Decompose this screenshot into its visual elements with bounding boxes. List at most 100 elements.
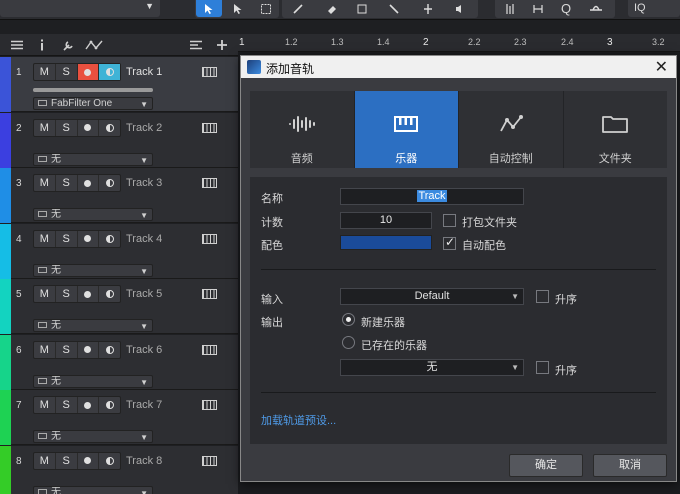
paint-tool-icon[interactable] — [284, 0, 312, 17]
list-view-icon[interactable] — [188, 37, 204, 53]
record-arm-button[interactable] — [78, 397, 100, 413]
track-name[interactable]: Track 5 — [126, 288, 162, 300]
monitor-button[interactable] — [99, 120, 120, 136]
instrument-select[interactable]: 无 ▼ — [33, 485, 153, 494]
tab-instrument[interactable]: 乐器 — [354, 91, 459, 168]
track-color-strip[interactable] — [0, 390, 11, 445]
pack-folder-checkbox[interactable] — [443, 214, 456, 227]
split-tool-icon[interactable] — [252, 0, 280, 17]
mute-button[interactable]: M — [34, 230, 56, 247]
auto-color-checkbox[interactable] — [443, 235, 456, 250]
close-icon[interactable]: ✕ — [655, 57, 668, 77]
instrument-select[interactable]: 无 ▼ — [33, 374, 153, 388]
track-row[interactable]: 5 M S Track 5 无 ▼ — [0, 279, 238, 334]
track-name[interactable]: Track 6 — [126, 344, 162, 356]
quantize-icon[interactable] — [524, 0, 552, 17]
new-instrument-radio[interactable] — [342, 313, 355, 326]
track-row[interactable]: 4 M S Track 4 无 ▼ — [0, 223, 238, 279]
menu-icon[interactable] — [8, 37, 26, 53]
tab-automation[interactable]: 自动控制 — [459, 91, 564, 168]
monitor-button[interactable] — [99, 231, 120, 247]
record-arm-button[interactable] — [78, 230, 100, 247]
track-row[interactable]: 3 M S Track 3 无 ▼ — [0, 168, 238, 223]
monitor-button[interactable] — [99, 397, 120, 413]
solo-button[interactable]: S — [56, 286, 78, 302]
mute-button[interactable]: M — [34, 175, 56, 191]
scissors-tool-icon[interactable] — [348, 0, 376, 17]
track-row[interactable]: 1 M S Track 1 FabFilter One ▼ — [0, 57, 238, 112]
mute-button[interactable]: M — [34, 341, 56, 358]
instrument-select[interactable]: FabFilter One ▼ — [33, 97, 153, 110]
record-arm-button[interactable] — [78, 286, 100, 302]
add-track-icon[interactable] — [214, 37, 230, 53]
automation-icon[interactable] — [84, 37, 106, 53]
track-name[interactable]: Track 4 — [126, 233, 162, 245]
listen-tool-icon[interactable] — [446, 0, 474, 17]
search-field[interactable]: IQ — [628, 0, 680, 17]
mute-button[interactable]: M — [34, 397, 56, 413]
solo-button[interactable]: S — [56, 397, 78, 413]
track-row[interactable]: 2 M S Track 2 无 ▼ — [0, 112, 238, 168]
tab-folder[interactable]: 文件夹 — [563, 91, 667, 168]
pointer-tool-icon[interactable] — [196, 0, 222, 17]
track-color-strip[interactable] — [0, 279, 11, 334]
record-arm-button[interactable] — [77, 64, 100, 80]
eraser-tool-icon[interactable] — [318, 0, 346, 17]
monitor-button[interactable] — [99, 286, 120, 302]
info-icon[interactable] — [36, 37, 48, 53]
track-color-strip[interactable] — [0, 168, 11, 223]
monitor-button[interactable] — [99, 342, 120, 358]
count-field[interactable]: 10 — [340, 212, 432, 229]
monitor-button[interactable] — [99, 175, 120, 191]
instrument-select[interactable]: 无 ▼ — [33, 208, 153, 221]
record-arm-button[interactable] — [78, 452, 100, 469]
range-tool-icon[interactable] — [224, 0, 252, 17]
instrument-select[interactable]: 无 ▼ — [33, 430, 153, 443]
q-icon[interactable]: Q — [552, 0, 580, 17]
track-row[interactable]: 7 M S Track 7 无 ▼ — [0, 390, 238, 445]
solo-button[interactable]: S — [56, 175, 78, 191]
cancel-button[interactable]: 取消 — [593, 454, 667, 477]
record-arm-button[interactable] — [78, 341, 100, 358]
solo-button[interactable]: S — [56, 64, 78, 80]
color-swatch[interactable] — [340, 235, 432, 250]
mute-tool-icon[interactable] — [380, 0, 408, 17]
record-arm-button[interactable] — [78, 119, 100, 136]
toolbar-dropdown[interactable]: ▼ — [0, 0, 160, 17]
solo-button[interactable]: S — [56, 452, 78, 469]
output-select[interactable]: 无 ▼ — [340, 359, 524, 376]
mute-button[interactable]: M — [34, 286, 56, 302]
instrument-select[interactable]: 无 ▼ — [33, 319, 153, 332]
solo-button[interactable]: S — [56, 341, 78, 358]
track-color-strip[interactable] — [0, 445, 11, 494]
track-color-strip[interactable] — [0, 57, 11, 112]
mute-button[interactable]: M — [34, 119, 56, 136]
track-name[interactable]: Track 1 — [126, 66, 162, 78]
output-ascending-checkbox[interactable] — [536, 361, 549, 374]
track-name[interactable]: Track 7 — [126, 399, 162, 411]
record-arm-button[interactable] — [78, 175, 100, 191]
input-ascending-checkbox[interactable] — [536, 290, 549, 303]
track-color-strip[interactable] — [0, 112, 11, 168]
track-color-strip[interactable] — [0, 223, 11, 279]
solo-button[interactable]: S — [56, 230, 78, 247]
track-row[interactable]: 6 M S Track 6 无 ▼ — [0, 334, 238, 390]
hat-icon[interactable] — [582, 0, 610, 17]
solo-button[interactable]: S — [56, 119, 78, 136]
monitor-button[interactable] — [99, 64, 120, 80]
track-name[interactable]: Track 2 — [126, 122, 162, 134]
existing-instrument-radio[interactable] — [342, 336, 355, 349]
instrument-select[interactable]: 无 ▼ — [33, 263, 153, 277]
tab-audio[interactable]: 音频 — [250, 91, 355, 168]
name-field[interactable]: Track — [340, 188, 524, 205]
mute-button[interactable]: M — [34, 64, 56, 80]
track-name[interactable]: Track 8 — [126, 455, 162, 467]
snap-icon[interactable] — [496, 0, 524, 17]
track-name[interactable]: Track 3 — [126, 177, 162, 189]
wrench-icon[interactable] — [60, 37, 76, 53]
mute-button[interactable]: M — [34, 452, 56, 469]
track-volume-bar[interactable] — [33, 88, 153, 92]
track-color-strip[interactable] — [0, 334, 11, 390]
monitor-button[interactable] — [99, 453, 120, 469]
instrument-select[interactable]: 无 ▼ — [33, 152, 153, 166]
